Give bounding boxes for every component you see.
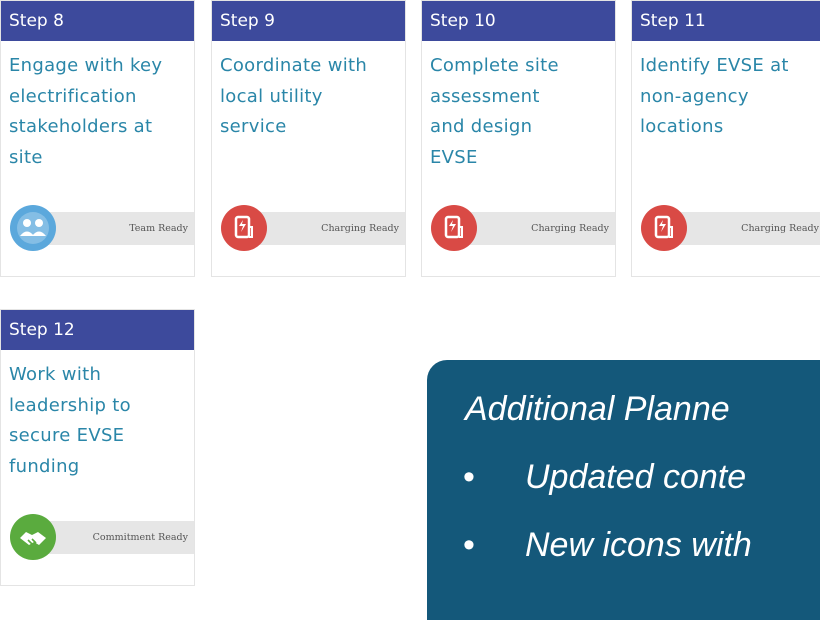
step-description: Work with leadership to secure EVSE fund… xyxy=(1,350,194,482)
readiness-label: Team Ready xyxy=(129,223,188,234)
step-description: Coordinate with local utility service xyxy=(212,41,405,143)
team-icon xyxy=(10,205,56,251)
handshake-icon xyxy=(10,514,56,560)
description-line: assessment xyxy=(430,85,540,107)
description-line: non-agency xyxy=(640,85,749,107)
description-line: Complete site xyxy=(430,55,559,76)
list-item-text: Updated conte xyxy=(525,458,747,496)
description-line: local utility xyxy=(220,85,323,107)
description-line: EVSE xyxy=(430,146,478,168)
step-title: Step 10 xyxy=(422,1,615,41)
step-card[interactable]: Step 12 Work with leadership to secure E… xyxy=(0,309,195,586)
list-item-text: New icons with xyxy=(525,526,752,564)
description-line: stakeholders at xyxy=(9,116,153,137)
bullet: • xyxy=(463,526,475,564)
ev-charger-icon xyxy=(641,205,687,251)
step-title: Step 12 xyxy=(1,310,194,350)
readiness-label: Charging Ready xyxy=(321,223,399,234)
description-line: leadership to xyxy=(9,394,131,416)
readiness-label: Charging Ready xyxy=(741,223,819,234)
step-title: Step 9 xyxy=(212,1,405,41)
description-line: Coordinate with xyxy=(220,55,368,76)
description-line: electrification xyxy=(9,85,137,107)
additional-planned-panel: Additional Planne • Updated conte • New ic… xyxy=(427,360,820,620)
description-line: Work with xyxy=(9,364,102,385)
step-card[interactable]: Step 9 Coordinate with local utility ser… xyxy=(211,0,406,277)
step-description: Engage with key electrification stakehol… xyxy=(1,41,194,173)
ev-charger-icon xyxy=(221,205,267,251)
bullet: • xyxy=(463,458,475,496)
ev-charger-icon xyxy=(431,205,477,251)
description-line: site xyxy=(9,146,43,168)
description-line: locations xyxy=(640,116,724,137)
panel-title: Additional Planne xyxy=(465,390,730,428)
step-card[interactable]: Step 10 Complete site assessment and des… xyxy=(421,0,616,277)
description-line: secure EVSE xyxy=(9,425,125,446)
description-line: Engage with key xyxy=(9,55,163,76)
step-description: Complete site assessment and design EVSE xyxy=(422,41,615,173)
list-item: • Updated conte xyxy=(463,458,746,497)
description-line: funding xyxy=(9,455,80,477)
readiness-label: Charging Ready xyxy=(531,223,609,234)
step-description: Identify EVSE at non-agency locations xyxy=(632,41,820,143)
list-item: • New icons with xyxy=(463,526,752,565)
description-line: Identify EVSE at xyxy=(640,55,789,76)
readiness-label: Commitment Ready xyxy=(92,532,188,543)
step-card[interactable]: Step 8 Engage with key electrification s… xyxy=(0,0,195,277)
step-title: Step 11 xyxy=(632,1,820,41)
description-line: and design xyxy=(430,116,533,137)
step-card[interactable]: Step 11 Identify EVSE at non-agency loca… xyxy=(631,0,820,277)
description-line: service xyxy=(220,116,287,137)
step-title: Step 8 xyxy=(1,1,194,41)
